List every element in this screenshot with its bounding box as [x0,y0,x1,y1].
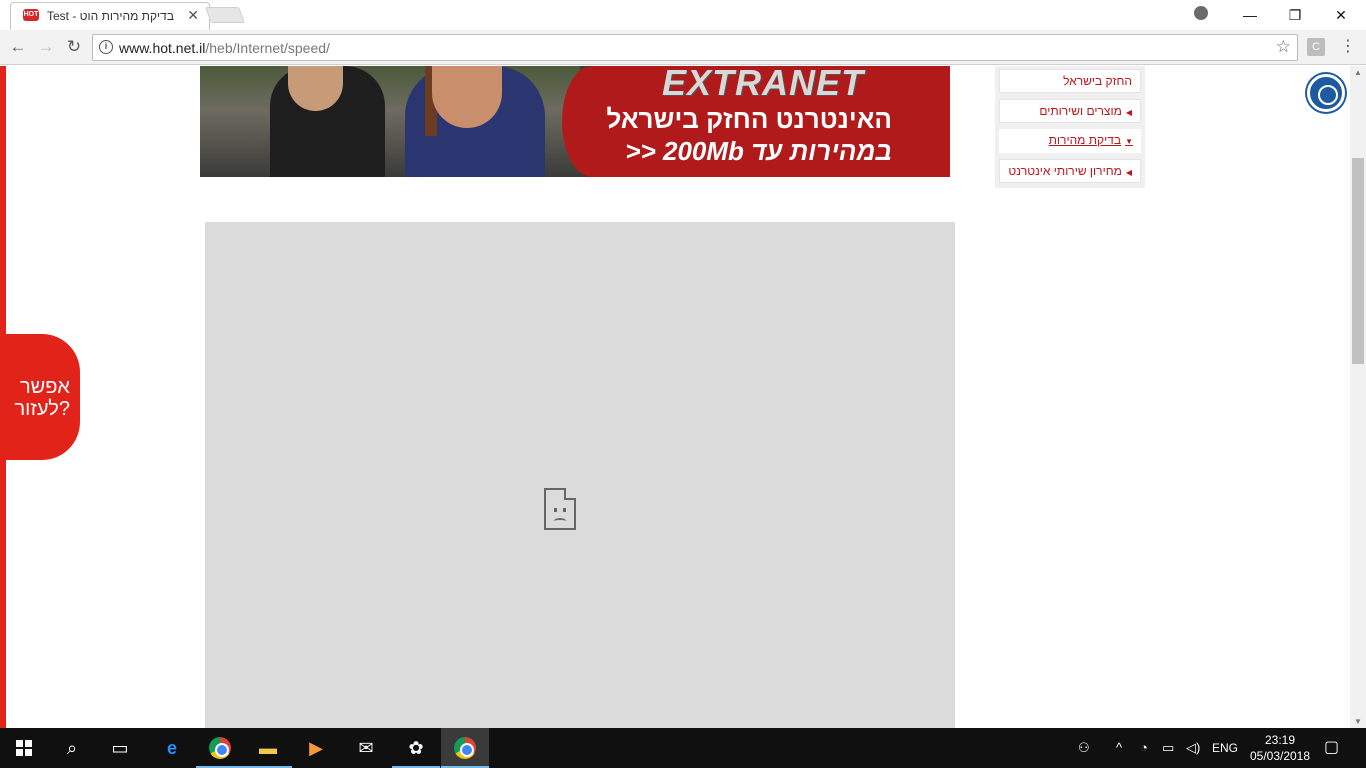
browser-toolbar: ← → ↻ i www.hot.net.il/heb/Internet/spee… [0,30,1366,65]
chrome-logo-icon [454,737,476,759]
vertical-scrollbar[interactable]: ▲ ▼ [1350,66,1366,728]
sidenav-item-speed-test[interactable]: ▼בדיקת מהירות [999,129,1141,153]
sidenav-item-strongest[interactable]: החזק בישראל [999,69,1141,93]
media-player-icon[interactable]: ▶ [292,728,340,768]
close-window-button[interactable]: ✕ [1327,4,1355,26]
clock[interactable]: 23:19 05/03/2018 [1248,732,1312,764]
tab-title: Test - בדיקת מהירות הוט [47,9,174,23]
web-page: EXTRANET האינטרנט החזק בישראל במהירות עד… [0,66,1350,728]
edge-icon[interactable]: e [148,728,196,768]
banner-brand: EXTRANET [662,66,865,103]
volume-icon[interactable]: ◁) [1186,728,1200,768]
url-text[interactable]: www.hot.net.il/heb/Internet/speed/ [119,40,330,56]
scroll-thumb[interactable] [1352,158,1364,364]
people-icon[interactable]: ⚇ [1078,728,1090,768]
scroll-down-icon[interactable]: ▼ [1354,717,1362,726]
help-tab-line2: לעזור? [14,398,70,420]
file-explorer-icon[interactable]: ▬ [244,728,292,768]
help-tab[interactable]: אפשר לעזור? [0,334,80,460]
extranet-banner[interactable]: EXTRANET האינטרנט החזק בישראל במהירות עד… [200,66,950,177]
sidenav-item-label: מחירון שירותי אינטרנט [1008,164,1122,178]
browser-menu-icon[interactable]: ⋮ [1340,38,1356,56]
sad-document-icon [544,488,576,530]
site-info-icon[interactable]: i [99,40,113,54]
minimize-button[interactable]: — [1236,4,1264,26]
clock-date: 05/03/2018 [1249,749,1311,763]
tab-strip: HOT Test - בדיקת מהירות הוט ✕ — ❐ ✕ [0,0,1366,30]
accessibility-icon[interactable] [1307,74,1345,112]
task-view-icon[interactable]: ▭ [96,728,144,768]
url-path: /heb/Internet/speed/ [205,40,330,56]
profile-icon[interactable] [1194,6,1208,20]
sad-mouth [554,518,566,524]
battery-icon[interactable]: ▭ [1162,728,1174,768]
tray-overflow-icon[interactable]: ^ [1116,728,1122,768]
url-host: www.hot.net.il [119,40,206,56]
hot-favicon-icon: HOT [23,9,39,21]
address-bar[interactable]: i www.hot.net.il/heb/Internet/speed/ ☆ [92,34,1298,61]
sidenav-item-products[interactable]: ◀מוצרים ושירותים [999,99,1141,123]
chrome-logo-icon [209,737,231,759]
sidenav-item-label: בדיקת מהירות [1048,133,1122,147]
wifi-icon[interactable]: ◔ [1140,728,1148,768]
windows-logo-icon [16,740,32,756]
sidenav-item-label: החזק בישראל [1063,74,1132,88]
notifications-icon[interactable]: ▢ [1324,728,1339,768]
search-icon[interactable]: ⌕ [48,728,96,768]
browser-tab[interactable]: HOT Test - בדיקת מהירות הוט ✕ [10,2,210,30]
language-indicator[interactable]: ENG [1212,728,1238,768]
speedtest-frame[interactable] [205,222,955,728]
new-tab-button[interactable] [205,7,245,23]
windows-taskbar: ⌕ ▭ e ▬ ▶ ✉ ✿ ⚇ ^ ◔ ▭ ◁) ENG 23:19 05/03… [0,728,1366,768]
app-icon[interactable]: ✿ [392,728,440,768]
banner-headline: האינטרנט החזק בישראל [606,104,892,134]
banner-subheadline: במהירות עד 200Mb << [625,136,892,166]
reload-button[interactable]: ↻ [63,37,85,59]
sidenav-arrow-icon: ◀ [1125,108,1132,117]
back-button[interactable]: ← [7,37,29,59]
chrome-taskbar-icon[interactable] [196,728,244,768]
restore-button[interactable]: ❐ [1281,4,1309,26]
bookmark-star-icon[interactable]: ☆ [1276,37,1291,57]
mail-icon[interactable]: ✉ [342,728,390,768]
sidenav-arrow-icon: ◀ [1125,168,1132,177]
sidenav-arrow-icon: ▼ [1125,137,1133,146]
clock-time: 23:19 [1264,733,1296,747]
sad-eyes [554,508,566,512]
sidenav-item-label: מוצרים ושירותים [1039,104,1122,118]
help-tab-line1: אפשר [19,376,70,398]
sidenav-item-price-list[interactable]: ◀מחירון שירותי אינטרנט [999,159,1141,183]
side-navigation: החזק בישראל ◀מוצרים ושירותים ▼בדיקת מהיר… [995,66,1145,188]
extension-icon[interactable]: C [1307,38,1325,56]
start-button[interactable] [0,728,48,768]
scroll-up-icon[interactable]: ▲ [1354,68,1362,77]
tab-close-icon[interactable]: ✕ [187,7,199,24]
chrome-active-window-icon[interactable] [441,728,489,768]
forward-button[interactable]: → [35,37,57,59]
